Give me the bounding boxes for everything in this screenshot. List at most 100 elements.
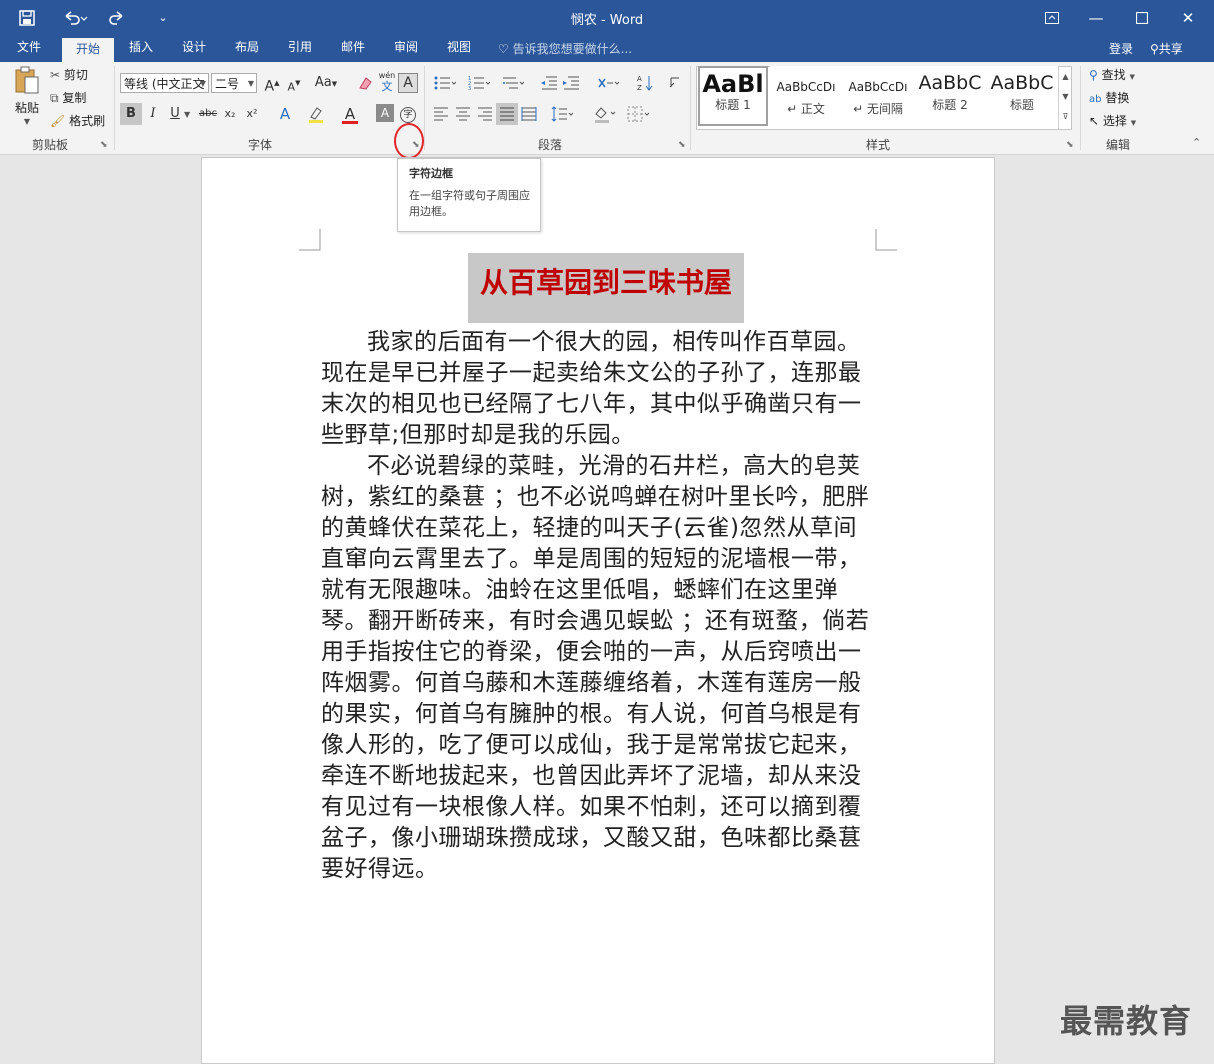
format-painter-button[interactable]: 🖌 格式刷	[50, 112, 105, 130]
svg-text:3: 3	[468, 86, 471, 91]
paragraph-1[interactable]: 我家的后面有一个很大的园，相传叫作百草园。现在是早已并屋子一起卖给朱文公的子孙了…	[321, 327, 877, 451]
paragraph-launcher-icon[interactable]: ⬊	[678, 140, 686, 150]
copy-button[interactable]: ⧉ 复制	[50, 89, 86, 107]
superscript-button[interactable]: x²	[241, 103, 263, 125]
clipboard-group-label: 剪贴板	[31, 138, 68, 152]
login-link[interactable]: 登录	[1109, 38, 1133, 60]
shrink-font-icon[interactable]: A▼	[283, 72, 305, 94]
copy-icon: ⧉	[50, 91, 59, 105]
style-heading-2[interactable]: AaBbC 标题 2	[914, 66, 986, 126]
close-button[interactable]: ✕	[1168, 4, 1208, 32]
title-bar: ⌄ 悯农 - Word — ✕	[0, 0, 1214, 36]
line-spacing-icon[interactable]	[548, 103, 578, 125]
ribbon-tabs: 文件 开始 插入 设计 布局 引用 邮件 审阅 视图 ♡ 告诉我您想要做什么..…	[0, 36, 1214, 62]
distributed-icon[interactable]	[518, 103, 540, 125]
share-button[interactable]: ⚲共享	[1150, 38, 1183, 60]
tab-mailings[interactable]: 邮件	[332, 36, 374, 62]
multilevel-list-icon[interactable]	[498, 72, 528, 94]
ribbon-display-icon[interactable]	[1032, 4, 1072, 32]
replace-icon: ab	[1089, 94, 1102, 105]
align-left-icon[interactable]	[430, 103, 452, 125]
person-icon: ⚲	[1150, 42, 1159, 56]
font-name-combo[interactable]: 等线 (中文正文 ▼	[120, 73, 209, 93]
clipboard-icon	[15, 66, 39, 94]
paste-label: 粘贴	[14, 101, 39, 115]
document-title[interactable]: 从百草园到三味书屋	[468, 253, 744, 323]
show-marks-icon[interactable]	[664, 72, 686, 94]
tab-design[interactable]: 设计	[173, 36, 215, 62]
italic-button[interactable]: I	[142, 103, 164, 125]
strikethrough-button[interactable]: abc	[197, 103, 219, 125]
tooltip-body: 在一组字符或句子周围应用边框。	[409, 189, 530, 218]
margin-corner-top-left	[299, 229, 321, 251]
paste-button[interactable]: 粘贴 ▼	[10, 66, 44, 128]
maximize-button[interactable]	[1122, 4, 1162, 32]
font-launcher-icon[interactable]: ⬊	[412, 140, 420, 150]
highlight-color-icon[interactable]	[305, 103, 327, 125]
change-case-icon[interactable]: Aa▼	[311, 72, 341, 94]
tab-view[interactable]: 视图	[438, 36, 480, 62]
watermark-logo: 最需教育	[1060, 1002, 1193, 1040]
minimize-button[interactable]: —	[1076, 4, 1116, 32]
justify-icon[interactable]	[496, 103, 518, 125]
tooltip-title: 字符边框	[409, 167, 453, 180]
collapse-ribbon-icon[interactable]: ⌃	[1192, 136, 1201, 149]
text-effects-icon[interactable]: A	[274, 103, 296, 125]
clipboard-launcher-icon[interactable]: ⬊	[100, 140, 108, 150]
grow-font-icon[interactable]: A▲	[261, 72, 283, 94]
tell-me-box[interactable]: ♡ 告诉我您想要做什么...	[498, 40, 632, 60]
cut-button[interactable]: ✂ 剪切	[50, 66, 88, 84]
style-title[interactable]: AaBbC 标题	[986, 66, 1058, 126]
bold-button[interactable]: B	[120, 103, 142, 125]
tab-file[interactable]: 文件	[8, 36, 50, 62]
tab-insert[interactable]: 插入	[120, 36, 162, 62]
tab-home[interactable]: 开始	[62, 38, 114, 62]
subscript-button[interactable]: x₂	[219, 103, 241, 125]
paragraph-2[interactable]: 不必说碧绿的菜畦，光滑的石井栏，高大的皂荚树，紫红的桑葚 ；也不必说鸣蝉在树叶里…	[321, 451, 877, 885]
styles-scroll[interactable]: ▲ ▼ ⊽	[1058, 67, 1072, 129]
character-border-tooltip: 字符边框 在一组字符或句子周围应用边框。	[397, 158, 541, 232]
style-heading-1[interactable]: AaBl 标题 1	[698, 66, 768, 126]
replace-button[interactable]: ab 替换	[1089, 89, 1129, 109]
enclose-characters-icon[interactable]: 字	[397, 103, 419, 125]
borders-icon[interactable]	[624, 103, 654, 125]
clear-formatting-icon[interactable]	[354, 72, 376, 94]
align-right-icon[interactable]	[474, 103, 496, 125]
brush-icon: 🖌	[50, 114, 66, 128]
font-color-icon[interactable]: A	[339, 103, 361, 125]
style-normal[interactable]: AaBbCcDı ↵ 正文	[770, 66, 842, 126]
paste-dropdown-icon: ▼	[23, 117, 31, 126]
styles-group-label: 样式	[865, 138, 890, 152]
tell-me-placeholder: 告诉我您想要做什么...	[512, 42, 633, 56]
numbering-icon[interactable]: 123	[464, 72, 494, 94]
svg-text:Z: Z	[637, 84, 642, 92]
select-button[interactable]: ↖ 选择 ▼	[1089, 112, 1136, 132]
find-button[interactable]: ⚲ 查找 ▼	[1089, 66, 1135, 86]
asian-layout-icon[interactable]	[594, 72, 624, 94]
sort-icon[interactable]: AZ	[634, 72, 656, 94]
margin-corner-top-right	[875, 229, 897, 251]
chevron-down-icon[interactable]: ▼	[184, 110, 190, 119]
cursor-icon: ↖	[1089, 114, 1100, 128]
scissors-icon: ✂	[50, 68, 61, 82]
tab-layout[interactable]: 布局	[226, 36, 268, 62]
underline-button[interactable]: U	[164, 103, 186, 125]
align-center-icon[interactable]	[452, 103, 474, 125]
phonetic-guide-icon[interactable]: wén 文	[376, 70, 398, 92]
font-size-combo[interactable]: 二号 ▼	[211, 73, 257, 93]
increase-indent-icon[interactable]	[560, 72, 582, 94]
ribbon: 粘贴 ▼ ✂ 剪切 ⧉ 复制 🖌 格式刷 剪贴板 ⬊ 等线 (中文正文 ▼ 二号 ▼…	[0, 62, 1214, 159]
character-shading-icon[interactable]: A	[376, 104, 394, 122]
styles-launcher-icon[interactable]: ⬊	[1066, 140, 1074, 150]
character-border-icon[interactable]: A	[398, 73, 418, 93]
paragraph-shading-icon[interactable]	[590, 103, 620, 125]
style-no-spacing[interactable]: AaBbCcDı ↵ 无间隔	[842, 66, 914, 126]
lightbulb-icon: ♡	[498, 42, 509, 56]
tab-references[interactable]: 引用	[279, 36, 321, 62]
paragraph-group-label: 段落	[537, 138, 562, 152]
chevron-down-icon: ▼	[247, 79, 254, 88]
font-group-label: 字体	[247, 138, 272, 152]
tab-review[interactable]: 审阅	[385, 36, 427, 62]
bullets-icon[interactable]	[430, 72, 460, 94]
decrease-indent-icon[interactable]	[538, 72, 560, 94]
